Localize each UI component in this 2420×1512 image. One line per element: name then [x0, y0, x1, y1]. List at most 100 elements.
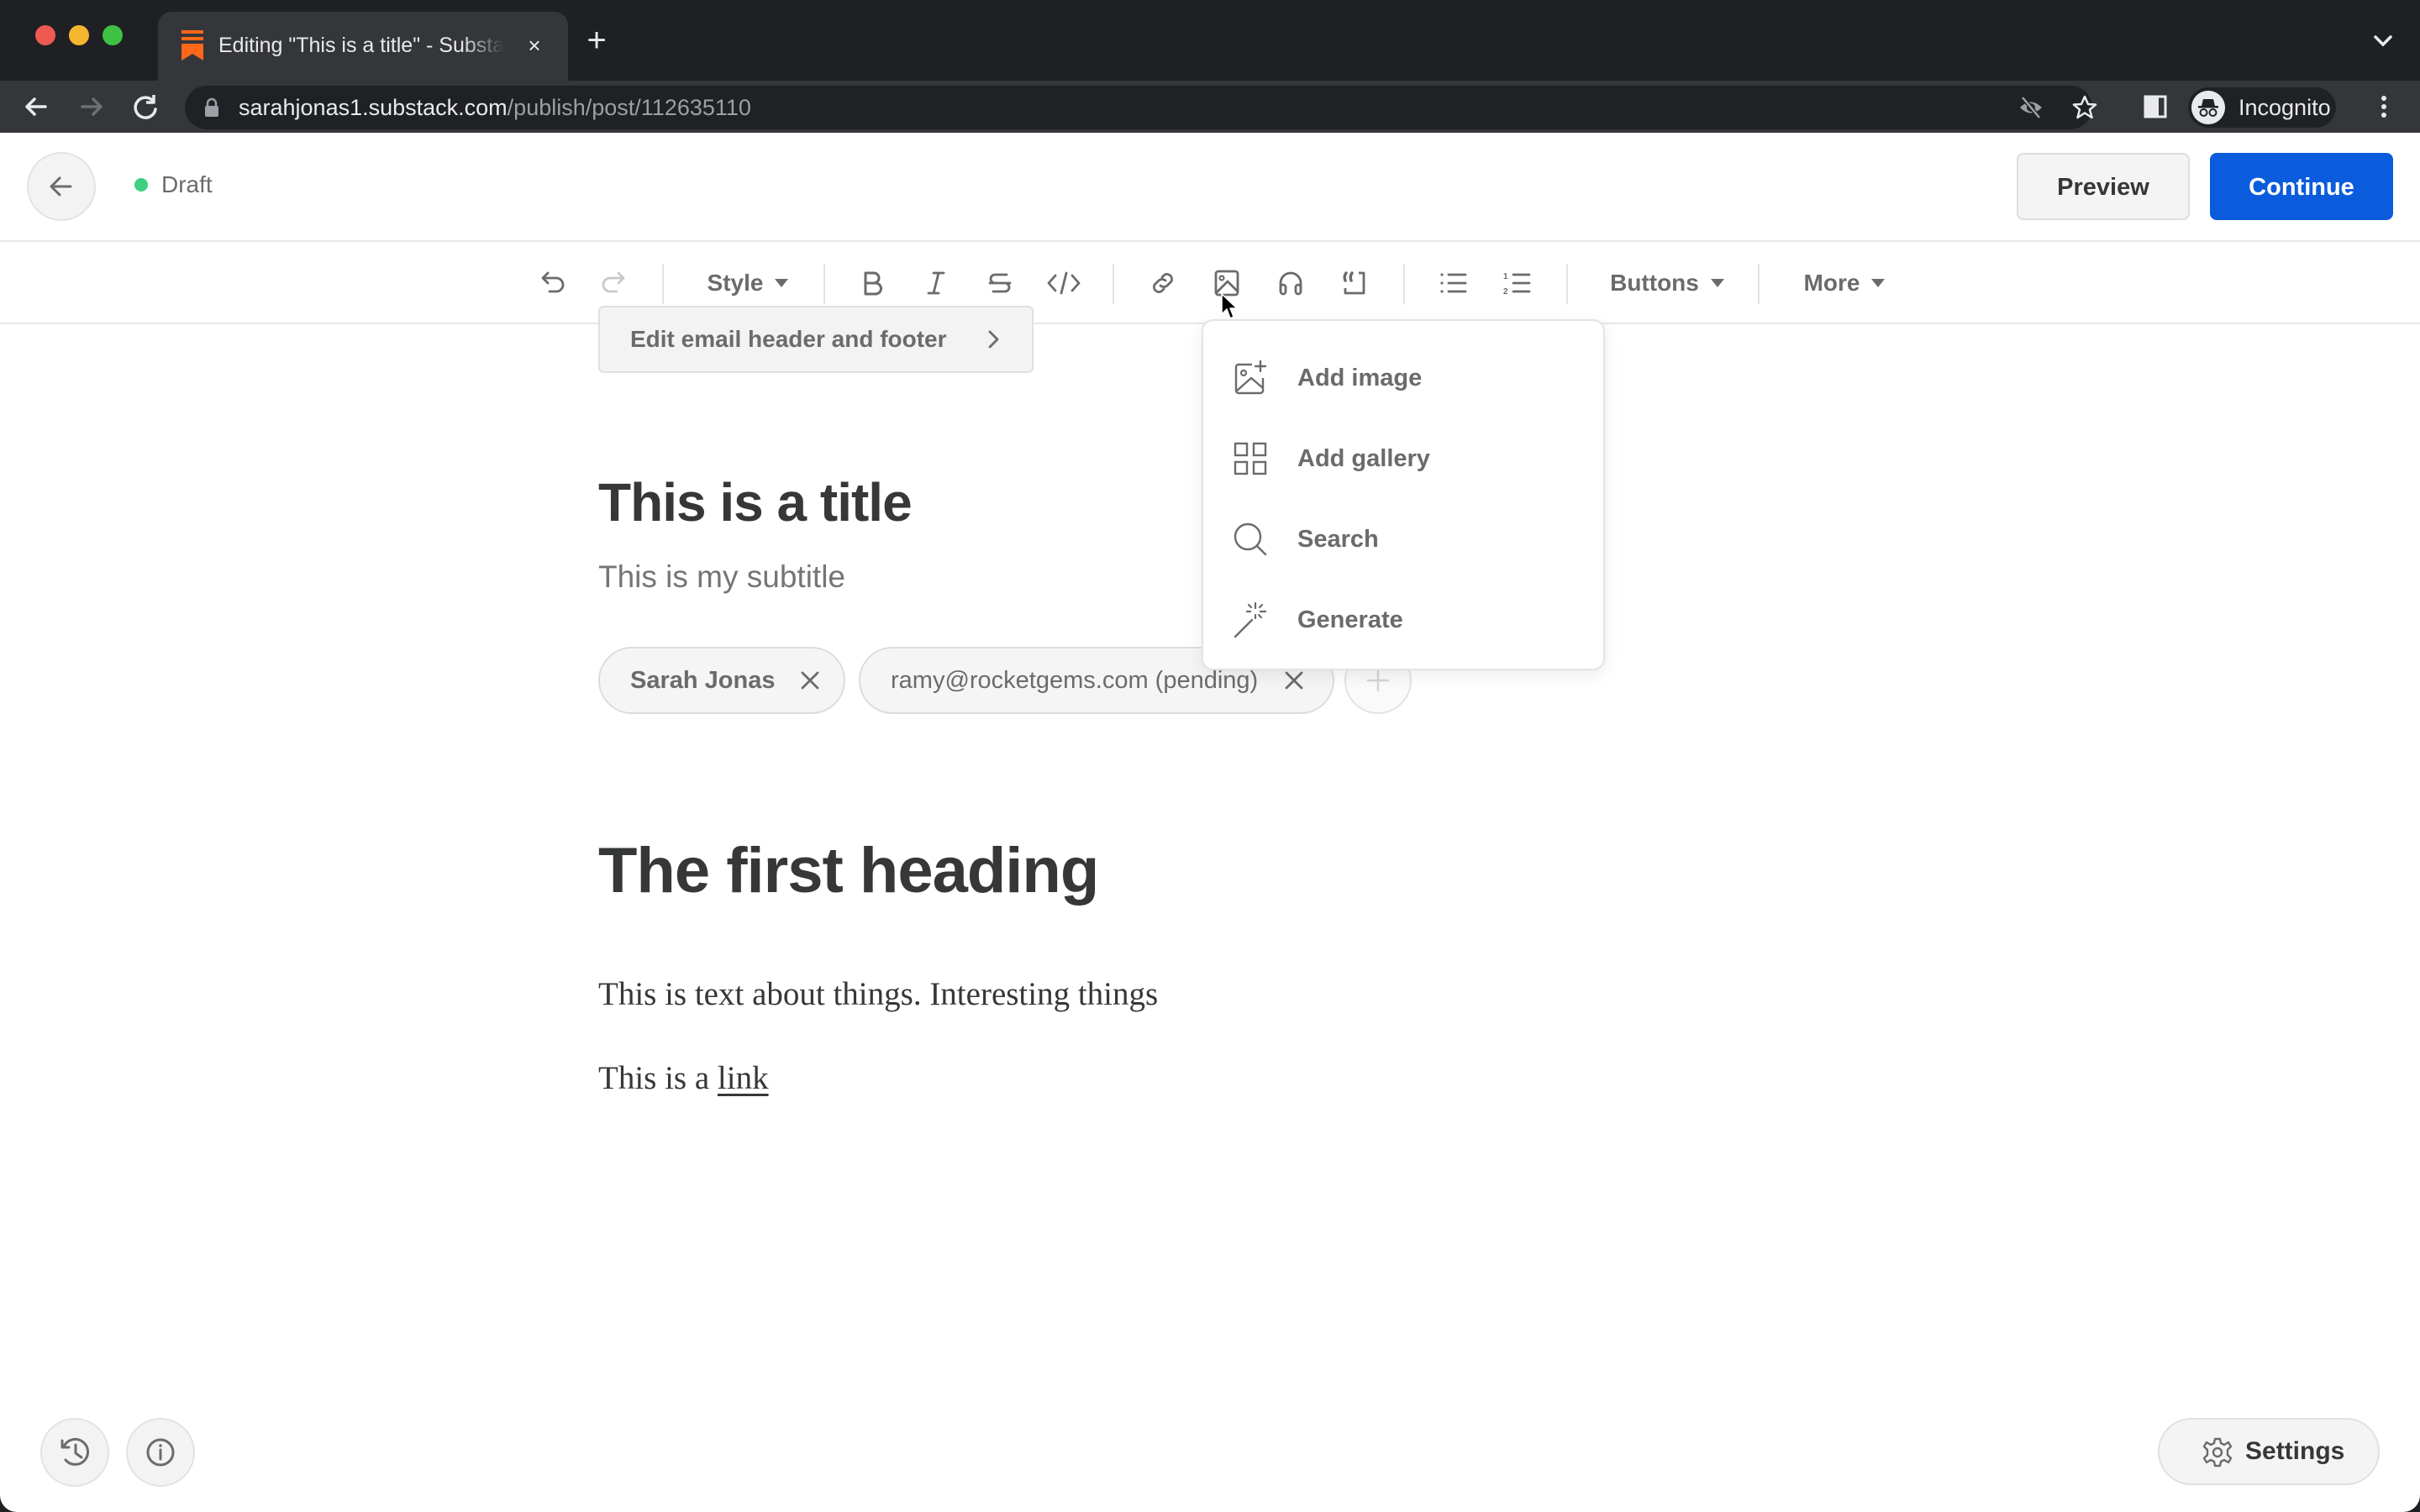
remove-author-icon[interactable] [797, 667, 823, 694]
menu-item-label: Add gallery [1297, 445, 1430, 472]
undo-icon [541, 271, 565, 293]
bullet-list-button[interactable] [1430, 260, 1477, 306]
author-name: Sarah Jonas [630, 667, 776, 694]
post-link[interactable]: link [718, 1060, 769, 1096]
substack-logo-icon [182, 30, 203, 60]
audio-button[interactable] [1267, 260, 1314, 306]
edit-email-header-footer-button[interactable]: Edit email header and footer [598, 306, 1034, 373]
strikethrough-button[interactable] [976, 260, 1023, 306]
arrow-left-icon [50, 176, 72, 197]
chevron-right-icon [988, 330, 999, 349]
menu-item-generate[interactable]: Generate [1203, 580, 1603, 660]
bookmark-star-icon[interactable] [2070, 93, 2099, 122]
magic-wand-icon [1234, 601, 1267, 638]
back-arrow-icon[interactable] [18, 89, 54, 124]
bold-button[interactable] [849, 260, 896, 306]
menu-item-label: Add image [1297, 365, 1423, 391]
address-bar[interactable]: sarahjonas1.substack.com/publish/post/11… [185, 86, 2097, 129]
remove-author-icon[interactable] [1281, 667, 1307, 694]
mouse-cursor-icon [1221, 293, 1238, 319]
version-history-button[interactable] [40, 1418, 109, 1487]
add-image-icon [1234, 360, 1267, 395]
buttons-dropdown[interactable]: Buttons [1600, 260, 1734, 306]
code-button[interactable] [1040, 260, 1087, 306]
italic-icon [927, 271, 945, 295]
numbered-list-icon: 1 2 [1503, 272, 1531, 297]
italic-button[interactable] [913, 260, 960, 306]
eye-off-icon[interactable] [2017, 93, 2045, 122]
toolbar-divider [1566, 264, 1568, 304]
settings-button[interactable]: Settings [2158, 1418, 2380, 1485]
draft-status: Draft [134, 168, 213, 202]
svg-text:2: 2 [1503, 287, 1508, 297]
menu-item-search[interactable]: Search [1203, 499, 1603, 580]
menu-item-label: Generate [1297, 606, 1403, 633]
menu-item-add-image[interactable]: Add image [1203, 338, 1603, 418]
substack-editor-page: Draft Preview Continue Style 1 2 Buttons… [0, 133, 2420, 1512]
caret-down-icon [775, 279, 789, 287]
browser-tab[interactable]: Editing "This is a title" - Substack × [158, 12, 568, 81]
search-icon [1234, 522, 1267, 556]
back-button[interactable] [27, 152, 96, 221]
info-icon [146, 1438, 175, 1467]
browser-titlebar: Editing "This is a title" - Substack × + [0, 0, 2420, 81]
numbered-list-button[interactable]: 1 2 [1494, 260, 1541, 306]
link-button[interactable] [1139, 260, 1186, 306]
incognito-profile-button[interactable]: Incognito [2188, 87, 2336, 128]
svg-text:1: 1 [1503, 272, 1508, 281]
history-icon [60, 1437, 89, 1466]
caret-down-icon [1710, 279, 1724, 287]
author-chip[interactable]: Sarah Jonas [598, 647, 845, 714]
post-info-button[interactable] [126, 1418, 195, 1487]
post-subtitle-input[interactable]: This is my subtitle [598, 556, 845, 598]
post-title-input[interactable]: This is a title [598, 469, 913, 536]
style-dropdown[interactable]: Style [697, 260, 798, 306]
status-label: Draft [161, 171, 213, 197]
redo-button[interactable] [592, 260, 639, 306]
lock-icon [205, 97, 218, 117]
toolbar-divider [1403, 264, 1405, 304]
tab-search-chevron-icon[interactable] [2368, 25, 2398, 55]
window-maximize-button[interactable] [103, 25, 123, 45]
more-dropdown[interactable]: More [1790, 260, 1899, 306]
gear-icon [2202, 1437, 2233, 1467]
toolbar-divider [1113, 264, 1114, 304]
bold-icon [864, 271, 882, 296]
editor-header: Draft Preview Continue [0, 133, 2420, 242]
post-paragraph[interactable]: This is a link [598, 1057, 776, 1100]
incognito-icon [2191, 91, 2225, 124]
style-label: Style [707, 270, 764, 296]
headphones-icon [1279, 271, 1302, 296]
toolbar-divider [662, 264, 664, 304]
post-heading[interactable]: The first heading [598, 833, 1099, 909]
code-icon [1047, 271, 1081, 295]
url-text: sarahjonas1.substack.com/publish/post/11… [239, 95, 751, 120]
browser-menu-icon[interactable] [2366, 89, 2402, 124]
side-panel-icon[interactable] [2138, 89, 2173, 124]
browser-toolbar: sarahjonas1.substack.com/publish/post/11… [0, 81, 2420, 133]
image-insert-menu: Add image Add gallery Search Generate [1202, 319, 1605, 670]
link-icon [1153, 273, 1173, 293]
tab-title: Editing "This is a title" - Substack [218, 34, 504, 57]
quote-icon [1343, 271, 1365, 295]
continue-button[interactable]: Continue [2210, 153, 2393, 220]
redo-icon [602, 271, 625, 293]
forward-arrow-icon[interactable] [74, 89, 109, 124]
edit-email-header-footer-label: Edit email header and footer [630, 326, 947, 352]
menu-item-add-gallery[interactable]: Add gallery [1203, 418, 1603, 499]
preview-button[interactable]: Preview [2017, 153, 2190, 220]
toolbar-divider [1758, 264, 1760, 304]
window-minimize-button[interactable] [69, 25, 89, 45]
undo-button[interactable] [528, 260, 575, 306]
incognito-label: Incognito [2238, 95, 2331, 120]
post-paragraph[interactable]: This is text about things. Interesting t… [598, 973, 1158, 1016]
reload-icon[interactable] [128, 89, 163, 124]
new-tab-button[interactable]: + [580, 24, 613, 57]
tab-close-icon[interactable]: × [519, 30, 550, 60]
window-close-button[interactable] [35, 25, 55, 45]
more-label: More [1803, 270, 1860, 296]
blockquote-button[interactable] [1331, 260, 1378, 306]
toolbar-divider [823, 264, 825, 304]
caret-down-icon [1871, 279, 1886, 287]
strikethrough-icon [988, 273, 1012, 293]
